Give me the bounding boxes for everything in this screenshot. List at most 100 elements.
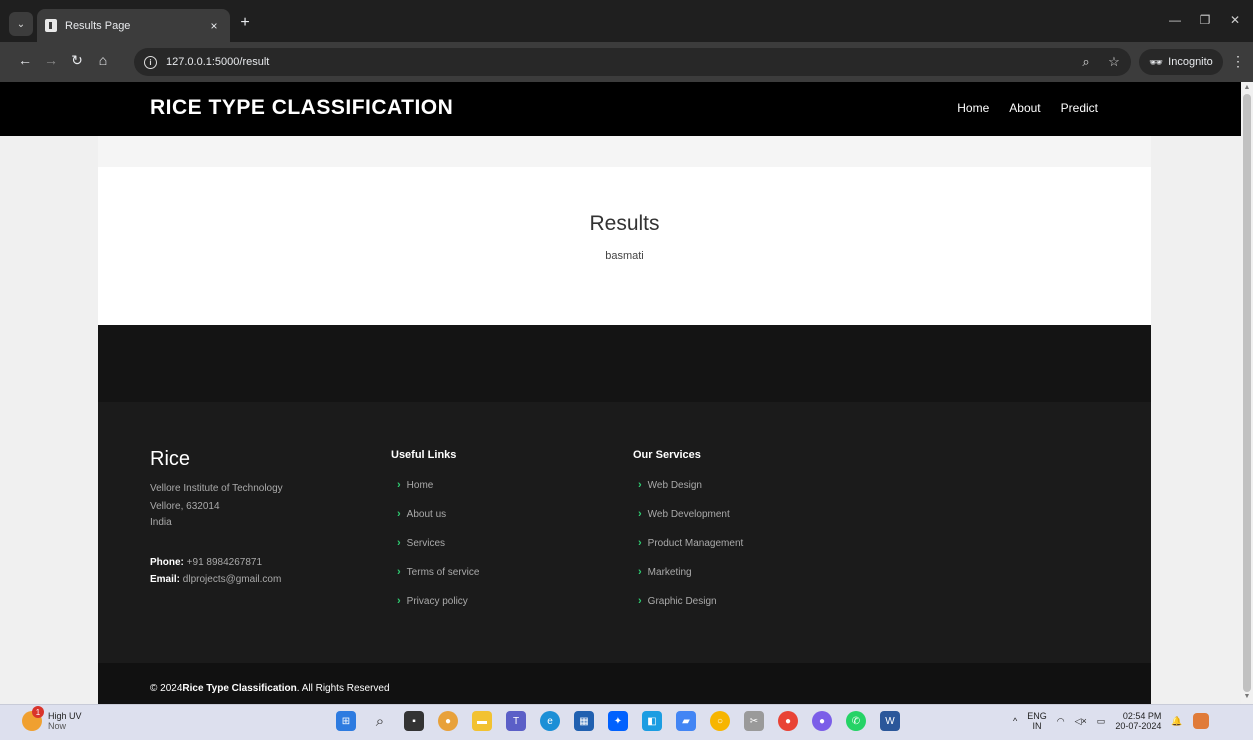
sun-icon: 1 [22,706,44,731]
weather-alert-badge: 1 [32,706,44,718]
footer-link-about[interactable]: › About us [397,508,446,520]
email-label: Email: [150,574,181,585]
windows-start-icon[interactable]: ⊞ [336,711,356,731]
chat-icon[interactable]: ▰ [676,711,696,731]
weather-subtitle: Now [48,721,67,731]
vscode-icon[interactable]: ◧ [642,711,662,731]
snipping-icon[interactable]: ✂ [744,711,764,731]
address-bar[interactable]: i 127.0.0.1:5000/result ⌕ ☆ [134,48,1131,76]
minimize-icon[interactable]: — [1165,13,1185,27]
reload-icon[interactable]: ↻ [66,52,88,69]
copyright-suffix: . All Rights Reserved [296,683,390,694]
address-line-2: Vellore, 632014 [150,501,220,512]
incognito-icon: 🕶 [1149,56,1164,69]
email-value[interactable]: dlprojects@gmail.com [180,574,282,585]
task-view-icon[interactable]: ▪ [404,711,424,731]
language-indicator[interactable]: ENG IN [1027,711,1047,731]
address-line-1: Vellore Institute of Technology [150,483,283,494]
prediction-result: basmati [605,250,644,262]
whatsapp-icon[interactable]: ✆ [846,711,866,731]
service-label: Graphic Design [647,595,717,607]
footer-link-services[interactable]: › Services [397,537,445,549]
nav-predict-link[interactable]: Predict [1061,101,1098,115]
home-icon[interactable]: ⌂ [92,52,114,68]
page-viewport: RICE TYPE CLASSIFICATION Home About Pred… [0,82,1241,704]
service-product-management[interactable]: › Product Management [638,537,743,549]
nav-about-link[interactable]: About [1009,101,1040,115]
footer-link-label: Terms of service [406,566,480,578]
chevron-right-icon: › [638,566,642,578]
address-line-3: India [150,517,172,528]
footer-link-privacy[interactable]: › Privacy policy [397,595,468,607]
page-scrollbar[interactable]: ▲ ▼ [1241,82,1253,704]
phone-value: +91 8984267871 [183,557,263,568]
tab-close-icon[interactable]: × [204,19,224,33]
service-web-development[interactable]: › Web Development [638,508,730,520]
chrome-icon[interactable]: ● [438,711,458,731]
notification-bell-icon[interactable]: 🔔 [1171,716,1182,727]
service-label: Marketing [647,566,692,578]
close-window-icon[interactable]: ✕ [1225,13,1245,27]
copilot-icon[interactable] [1192,713,1209,729]
site-brand[interactable]: RICE TYPE CLASSIFICATION [150,96,453,120]
circle-app-icon[interactable]: ○ [710,711,730,731]
results-title: Results [589,212,660,235]
copyright-prefix: © 2024 [150,683,183,694]
chevron-right-icon: › [638,508,642,520]
tab-search-chevron-icon[interactable]: ⌄ [9,12,33,36]
weather-title: High UV [48,711,82,721]
copyright-text: © 2024Rice Type Classification. All Righ… [150,683,390,694]
chevron-right-icon: › [638,479,642,491]
footer-email: Email: dlprojects@gmail.com [150,574,281,585]
os-taskbar: 1 High UV Now ⊞ ⌕ ▪ ● ▬ T e ▦ ✦ ◧ ▰ ○ ✂ … [0,704,1253,740]
word-icon[interactable]: W [880,711,900,731]
footer-link-label: About us [406,508,447,520]
new-tab-button[interactable]: + [236,14,254,32]
footer-link-label: Services [406,537,446,549]
footer-link-home[interactable]: › Home [397,479,433,491]
back-icon[interactable]: ← [14,52,36,68]
chevron-right-icon: › [397,508,401,520]
footer-link-terms[interactable]: › Terms of service [397,566,479,578]
service-graphic-design[interactable]: › Graphic Design [638,595,717,607]
copyright-brand: Rice Type Classification [182,683,297,694]
spacer-band [98,136,1151,167]
browser-tab[interactable]: Results Page × [37,9,230,42]
chevron-right-icon: › [397,566,401,578]
chevron-right-icon: › [397,479,401,491]
site-info-icon[interactable]: i [144,55,157,69]
file-explorer-icon[interactable]: ▬ [472,711,492,731]
clock[interactable]: 02:54 PM 20-07-2024 [1115,711,1161,731]
edge-icon[interactable]: e [540,711,560,731]
weather-widget[interactable]: 1 High UV Now [22,706,82,731]
site-nav: Home About Predict [957,101,1098,115]
footer-brand: Rice [150,448,191,470]
service-marketing[interactable]: › Marketing [638,566,692,578]
search-icon[interactable]: ⌕ [370,711,390,731]
nav-home-link[interactable]: Home [957,101,989,115]
scroll-down-icon[interactable]: ▼ [1243,693,1251,700]
incognito-indicator[interactable]: 🕶 Incognito [1139,49,1223,75]
scroll-thumb[interactable] [1243,94,1251,692]
chrome-incognito-icon[interactable]: ● [812,711,832,731]
useful-links-heading: Useful Links [391,449,457,461]
wifi-icon[interactable]: ◠ [1057,716,1065,727]
chrome-profile-icon[interactable]: ● [778,711,798,731]
dropbox-icon[interactable]: ✦ [608,711,628,731]
battery-icon[interactable]: ▭ [1097,716,1106,727]
forward-icon[interactable]: → [40,52,62,68]
store-icon[interactable]: ▦ [574,711,594,731]
restore-icon[interactable]: ❐ [1195,13,1215,27]
service-label: Web Development [647,508,730,520]
zoom-icon[interactable]: ⌕ [1075,54,1097,70]
tray-expand-icon[interactable]: ^ [1013,716,1017,726]
browser-menu-icon[interactable]: ⋮ [1230,53,1246,70]
bookmark-star-icon[interactable]: ☆ [1103,54,1125,70]
url-text[interactable]: 127.0.0.1:5000/result [166,56,1075,68]
speaker-muted-icon[interactable]: ◁× [1075,716,1087,727]
site-header: RICE TYPE CLASSIFICATION Home About Pred… [0,82,1241,136]
page-favicon-icon [45,19,57,32]
teams-icon[interactable]: T [506,711,526,731]
service-web-design[interactable]: › Web Design [638,479,702,491]
scroll-up-icon[interactable]: ▲ [1243,84,1251,91]
